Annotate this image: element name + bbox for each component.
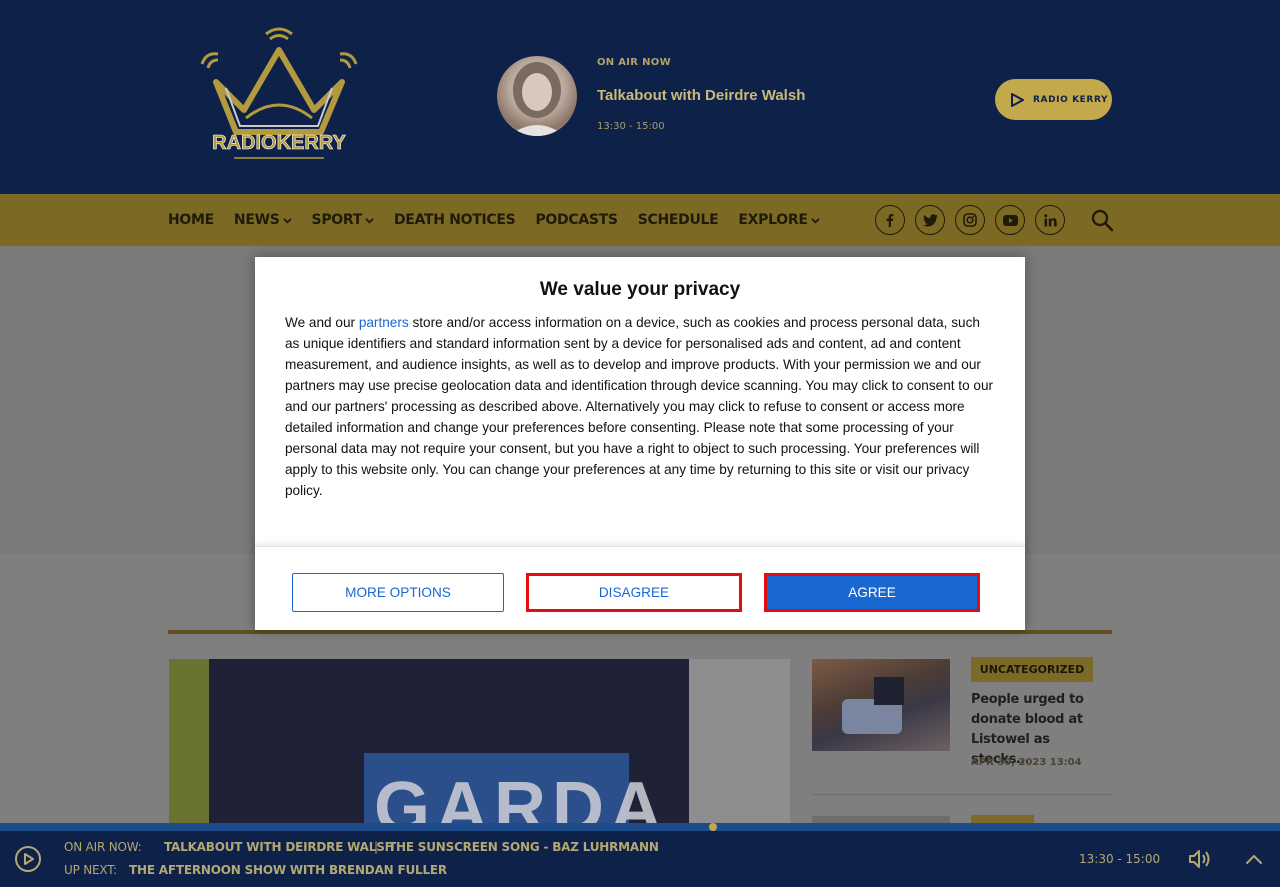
more-options-button[interactable]: MORE OPTIONS [292, 573, 504, 612]
agree-button[interactable]: AGREE [764, 573, 980, 612]
progress-knob[interactable] [708, 823, 717, 831]
play-icon[interactable] [14, 845, 42, 873]
show-title[interactable]: Talkabout with Deirdre Walsh [597, 87, 805, 104]
partners-link[interactable]: partners [359, 315, 409, 330]
sidebar-article-thumbnail[interactable] [812, 659, 950, 751]
logo-text: RADIOKERRY [212, 132, 346, 154]
dialog-footer: MORE OPTIONS DISAGREE AGREE [255, 546, 1025, 630]
dialog-body-text-start: We and our [285, 315, 359, 330]
twitter-icon[interactable] [915, 205, 945, 235]
listen-live-label: RADIO KERRY [1033, 94, 1109, 105]
play-icon [1011, 92, 1024, 107]
on-air-label: ON AIR NOW [597, 57, 671, 68]
instagram-icon[interactable] [955, 205, 985, 235]
chevron-down-icon [365, 217, 374, 224]
main-nav: HOME NEWS SPORT DEATH NOTICES PODCASTS SCHEDU… [0, 194, 1280, 246]
volume-icon[interactable] [1187, 848, 1213, 870]
sidebar-divider [812, 794, 1112, 795]
dialog-body: We and our partners store and/or access … [285, 312, 997, 501]
nav-item-label: PODCASTS [535, 212, 618, 228]
linkedin-icon[interactable] [1035, 205, 1065, 235]
player-separator: | [374, 840, 378, 854]
player-current-show[interactable]: TALKABOUT WITH DEIRDRE WALSH [164, 840, 395, 854]
player-progress-bar[interactable] [0, 823, 1280, 831]
social-links [875, 205, 1065, 235]
site-header: RADIOKERRY ON AIR NOW Talkabout with Dei… [0, 0, 1280, 194]
player-up-next-label: UP NEXT: [64, 863, 117, 877]
search-icon[interactable] [1090, 208, 1114, 232]
hero-article-image[interactable]: GARDA [169, 659, 790, 829]
nav-item-label: HOME [168, 212, 214, 228]
nav-item-home[interactable]: HOME [168, 212, 214, 228]
category-badge[interactable]: UNCATEGORIZED [971, 657, 1093, 682]
disagree-button[interactable]: DISAGREE [526, 573, 742, 612]
nav-item-label: NEWS [233, 212, 280, 228]
nav-item-sport[interactable]: SPORT [312, 212, 374, 228]
nav-item-schedule[interactable]: SCHEDULE [638, 212, 719, 228]
nav-item-label: SPORT [311, 212, 363, 228]
listen-live-button[interactable]: RADIO KERRY [995, 79, 1112, 120]
nav-item-label: DEATH NOTICES [393, 212, 516, 228]
dialog-body-text-rest: store and/or access information on a dev… [285, 315, 994, 498]
player-next-show[interactable]: THE AFTERNOON SHOW WITH BRENDAN FULLER [129, 863, 447, 877]
garda-badge-text: GARDA [374, 768, 668, 829]
presenter-avatar [497, 56, 577, 136]
show-time: 13:30 - 15:00 [597, 121, 665, 132]
chevron-down-icon [282, 217, 292, 224]
player-on-air-label: ON AIR NOW: [64, 840, 142, 854]
facebook-icon[interactable] [875, 205, 905, 235]
nav-item-death-notices[interactable]: DEATH NOTICES [393, 212, 516, 228]
nav-item-explore[interactable]: EXPLORE [738, 212, 820, 228]
nav-item-label: EXPLORE [738, 212, 808, 228]
chevron-down-icon [810, 217, 820, 224]
chevron-up-icon[interactable] [1244, 850, 1264, 868]
privacy-consent-dialog: We value your privacy We and our partner… [255, 257, 1025, 630]
dialog-title: We value your privacy [539, 279, 741, 300]
sidebar-article-date: APR 30, 2023 13:04 [971, 757, 1082, 768]
player-time: 13:30 - 15:00 [1079, 852, 1161, 866]
youtube-icon[interactable] [995, 205, 1025, 235]
radio-kerry-logo[interactable]: RADIOKERRY [196, 22, 362, 172]
player-current-song: THE SUNSCREEN SONG - BAZ LUHRMANN [388, 840, 659, 854]
nav-item-label: SCHEDULE [637, 212, 719, 228]
section-divider [168, 630, 1112, 634]
nav-item-news[interactable]: NEWS [234, 212, 292, 228]
nav-item-podcasts[interactable]: PODCASTS [535, 212, 618, 228]
